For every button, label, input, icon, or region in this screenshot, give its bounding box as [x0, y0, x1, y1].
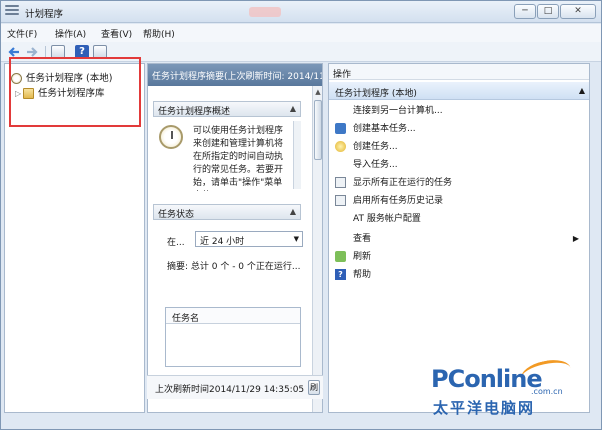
maximize-button[interactable]: □	[537, 4, 559, 19]
action-view[interactable]: 查看 ▶	[335, 232, 585, 246]
action-label: 显示所有正在运行的任务	[353, 178, 453, 188]
action-at-config[interactable]: AT 服务帐户配置	[335, 212, 421, 226]
window-title: 计划程序	[25, 9, 64, 20]
action-connect[interactable]: 连接到另一台计算机...	[335, 104, 443, 118]
menu-bar: 文件(F) 操作(A) 查看(V) 帮助(H)	[1, 24, 601, 42]
overview-content: 可以使用任务计划程序来创建和管理计算机将在所指定的时间自动执行的常见任务。若要开…	[153, 121, 301, 211]
action-label: 刷新	[353, 252, 372, 262]
action-label: 帮助	[353, 270, 372, 280]
watermark-brand: PConline	[431, 365, 543, 393]
task-table: 任务名	[165, 307, 301, 367]
overview-section-header[interactable]: 任务计划程序概述 ▲	[153, 101, 301, 117]
action-label: 创建基本任务...	[353, 124, 416, 134]
collapse-icon[interactable]: ▲	[290, 104, 296, 113]
collapse-icon[interactable]: ▲	[290, 207, 296, 216]
action-refresh[interactable]: 刷新	[335, 250, 371, 264]
overview-text: 可以使用任务计划程序来创建和管理计算机将在所指定的时间自动执行的常见任务。若要开…	[193, 126, 284, 188]
chevron-down-icon: ▼	[293, 235, 299, 243]
submenu-arrow-icon: ▶	[572, 234, 579, 243]
overview-scrollbar[interactable]	[293, 121, 301, 189]
app-icon	[5, 5, 19, 17]
action-show-running[interactable]: 显示所有正在运行的任务	[335, 176, 452, 190]
period-dropdown[interactable]: 近 24 小时 ▼	[195, 231, 303, 247]
action-label: 导入任务...	[353, 160, 398, 170]
status-title: 任务状态	[158, 210, 195, 220]
summary-footer: 上次刷新时间2014/11/29 14:35:05 刷	[147, 375, 323, 399]
title-bar: 计划程序 ─ □ ✕	[1, 1, 601, 23]
action-label: 查看	[353, 234, 372, 244]
summary-scrollbar[interactable]: ▲ ▼	[312, 86, 322, 412]
task-name-column-header[interactable]: 任务名	[166, 308, 300, 324]
scroll-up-icon[interactable]: ▲	[314, 88, 322, 96]
period-label: 在...	[167, 238, 185, 248]
history-icon	[335, 195, 346, 206]
overview-title: 任务计划程序概述	[158, 107, 231, 117]
action-enable-history[interactable]: 启用所有任务历史记录	[335, 194, 443, 208]
close-button[interactable]: ✕	[560, 4, 596, 19]
action-label: 连接到另一台计算机...	[353, 106, 443, 116]
scheduler-clock-icon	[159, 125, 183, 149]
refresh-button[interactable]: 刷	[308, 380, 320, 395]
period-value: 近 24 小时	[200, 237, 245, 247]
minimize-button[interactable]: ─	[514, 4, 536, 19]
last-refresh-text: 上次刷新时间2014/11/29 14:35:05	[155, 385, 305, 395]
help-icon: ?	[335, 269, 346, 280]
status-section-header[interactable]: 任务状态 ▲	[153, 204, 301, 220]
actions-group-header[interactable]: 任务计划程序 (本地) ▲	[329, 82, 589, 100]
action-import-task[interactable]: 导入任务...	[335, 158, 398, 172]
pconline-watermark: PConline .com.cn 太平洋电脑网	[431, 356, 601, 421]
action-help[interactable]: ? 帮助	[335, 268, 371, 282]
action-label: AT 服务帐户配置	[353, 214, 421, 224]
basic-task-icon	[335, 123, 346, 134]
action-label: 创建任务...	[353, 142, 398, 152]
status-summary: 摘要: 总计 0 个 - 0 个正在运行...	[167, 262, 301, 272]
title-highlight	[249, 7, 281, 17]
actions-group-label: 任务计划程序 (本地)	[335, 89, 417, 99]
menu-action[interactable]: 操作(A)	[55, 27, 86, 40]
refresh-icon	[335, 251, 346, 262]
app-window: 计划程序 ─ □ ✕ 文件(F) 操作(A) 查看(V) 帮助(H) ? 任务计…	[0, 0, 602, 430]
action-create-task[interactable]: 创建任务...	[335, 140, 398, 154]
watermark-tagline: 太平洋电脑网	[433, 399, 536, 417]
watermark-domain: .com.cn	[531, 387, 563, 396]
scroll-thumb[interactable]	[314, 100, 322, 160]
summary-header: 任务计划程序摘要(上次刷新时间: 2014/11/29	[148, 64, 322, 86]
menu-help[interactable]: 帮助(H)	[143, 27, 175, 40]
red-annotation-box	[9, 57, 141, 127]
running-tasks-icon	[335, 177, 346, 188]
action-label: 启用所有任务历史记录	[353, 196, 444, 206]
collapse-icon[interactable]: ▲	[579, 86, 585, 95]
menu-view[interactable]: 查看(V)	[101, 27, 132, 40]
action-create-basic-task[interactable]: 创建基本任务...	[335, 122, 416, 136]
menu-file[interactable]: 文件(F)	[7, 27, 37, 40]
actions-header: 操作	[329, 64, 589, 80]
task-icon	[335, 141, 346, 152]
